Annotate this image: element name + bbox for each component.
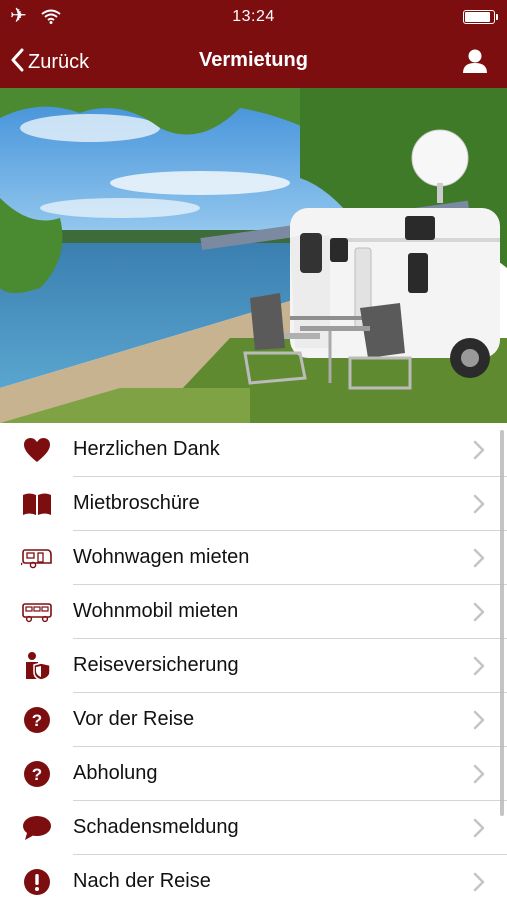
list-item-label: Nach der Reise: [73, 870, 211, 892]
insurance-icon: [20, 651, 54, 681]
chevron-right-icon: [473, 602, 485, 627]
list-item-vor-der-reise[interactable]: ? Vor der Reise: [0, 693, 507, 747]
chevron-right-icon: [473, 494, 485, 519]
battery-level: [465, 12, 490, 22]
list-item-wohnwagen-mieten[interactable]: Wohnwagen mieten: [0, 531, 507, 585]
list-item-label: Wohnmobil mieten: [73, 600, 239, 622]
heart-icon: [20, 435, 54, 465]
chevron-right-icon: [473, 764, 485, 789]
list-item-label: Mietbroschüre: [73, 492, 200, 514]
user-icon[interactable]: [461, 48, 489, 74]
list-item-abholung[interactable]: ? Abholung: [0, 747, 507, 801]
list-item-mietbroschuere[interactable]: Mietbroschüre: [0, 477, 507, 531]
motorhome-icon: [20, 597, 54, 627]
navigation-bar: Zurück Vermietung: [0, 34, 507, 88]
battery-nub: [496, 14, 498, 20]
hero-image: [0, 88, 507, 423]
scrollbar[interactable]: [500, 430, 504, 816]
svg-text:?: ?: [32, 765, 42, 784]
svg-text:?: ?: [32, 711, 42, 730]
list-item-label: Herzlichen Dank: [73, 438, 220, 460]
chevron-left-icon: [10, 48, 24, 77]
status-time: 13:24: [232, 8, 275, 25]
chevron-right-icon: [473, 710, 485, 735]
battery-icon: [463, 10, 498, 24]
menu-list: Herzlichen Dank Mietbroschüre Wohnwagen …: [0, 423, 507, 909]
list-item-label: Wohnwagen mieten: [73, 546, 250, 568]
exclamation-icon: [20, 867, 54, 897]
list-item-label: Schadensmeldung: [73, 816, 239, 838]
question-icon: ?: [20, 759, 54, 789]
book-icon: [20, 489, 54, 519]
list-item-nach-der-reise[interactable]: Nach der Reise: [0, 855, 507, 909]
chevron-right-icon: [473, 548, 485, 573]
list-item-wohnmobil-mieten[interactable]: Wohnmobil mieten: [0, 585, 507, 639]
caravan-icon: [20, 543, 54, 573]
back-label: Zurück: [28, 51, 90, 73]
list-item-label: Vor der Reise: [73, 708, 195, 730]
list-item-reiseversicherung[interactable]: Reiseversicherung: [0, 639, 507, 693]
chevron-right-icon: [473, 656, 485, 681]
status-bar: ✈ 13:24: [0, 0, 507, 34]
list-item-herzlichen-dank[interactable]: Herzlichen Dank: [0, 423, 507, 477]
back-button[interactable]: Zurück: [10, 48, 89, 77]
chevron-right-icon: [473, 872, 485, 897]
question-icon: ?: [20, 705, 54, 735]
chevron-right-icon: [473, 818, 485, 843]
list-item-schadensmeldung[interactable]: Schadensmeldung: [0, 801, 507, 855]
list-item-label: Reiseversicherung: [73, 654, 239, 676]
list-item-label: Abholung: [73, 762, 158, 784]
chevron-right-icon: [473, 440, 485, 465]
speech-bubble-icon: [20, 813, 54, 843]
